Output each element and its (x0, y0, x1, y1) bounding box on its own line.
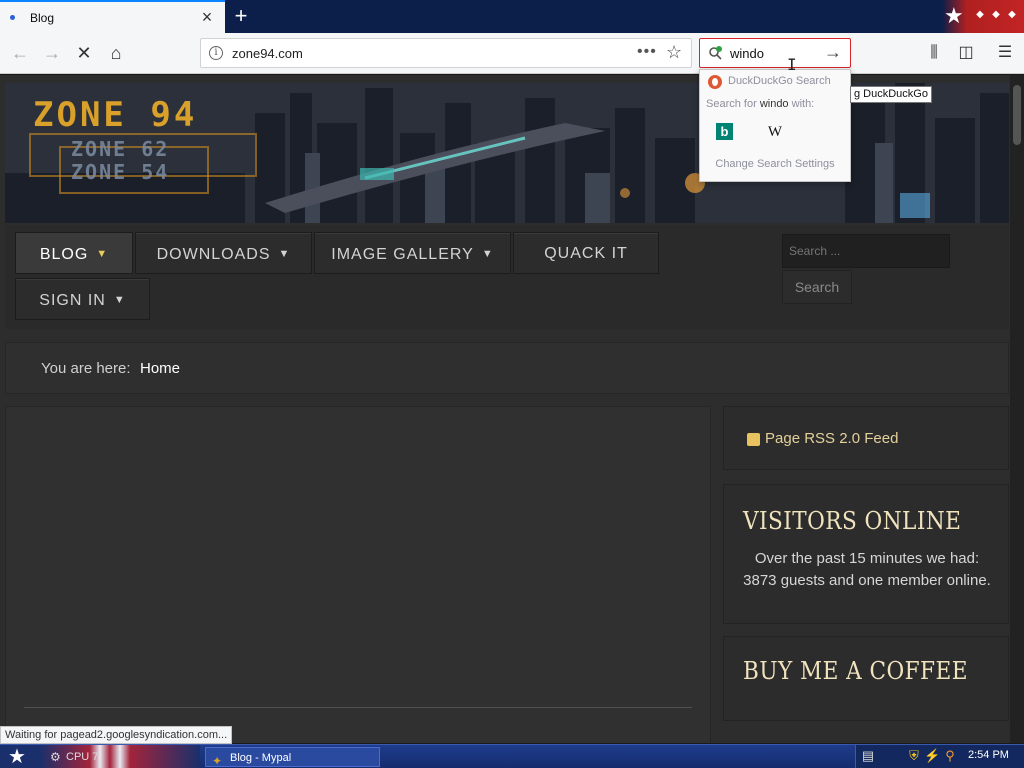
new-tab-button[interactable]: + (229, 3, 253, 29)
menu-image-gallery[interactable]: IMAGE GALLERY ▼ (314, 232, 511, 274)
menu-sign-in[interactable]: SIGN IN ▼ (15, 278, 150, 320)
network-icon[interactable]: ⚡ (924, 748, 940, 764)
minimize-icon[interactable]: ◆ (974, 9, 986, 21)
menu-label: SIGN IN (39, 292, 106, 309)
cpu-icon: ⚙ (50, 750, 61, 764)
search-engine-icon (709, 46, 722, 60)
menu-label: QUACK IT (544, 245, 628, 262)
search-go-icon[interactable]: → (824, 42, 842, 63)
menu-label: IMAGE GALLERY (331, 246, 474, 263)
logo-subtitle-2: ZONE 54 (71, 160, 170, 184)
site-banner[interactable]: ZONE 94 ZONE 62 ZONE 54 (5, 83, 1009, 223)
duckduckgo-engine-row[interactable]: DuckDuckGo Search (700, 72, 850, 92)
site-search-input[interactable] (782, 234, 950, 268)
tab-blog[interactable]: Blog × (0, 0, 225, 33)
breadcrumb-home-link[interactable]: Home (140, 360, 180, 377)
url-bar[interactable]: i zone94.com ••• ☆ (200, 38, 692, 68)
site-navigation: BLOG ▼ DOWNLOADS ▼ IMAGE GALLERY ▼ QUACK IT… (5, 225, 1009, 329)
maximize-icon[interactable]: ◆ (990, 9, 1002, 21)
stop-loading-button[interactable]: ✕ (70, 39, 98, 67)
menu-label: DOWNLOADS (156, 246, 271, 263)
rss-feed-link[interactable]: Page RSS 2.0 Feed (765, 430, 898, 447)
start-button[interactable]: ★ (8, 746, 26, 768)
tab-strip: Blog × + ★ ◆ ◆ ◆ (0, 0, 1024, 33)
divider (24, 707, 692, 708)
keyboard-icon[interactable]: ▤ (860, 748, 876, 764)
search-for-term: windo (759, 98, 789, 110)
favicon-icon (10, 15, 15, 20)
menu-blog[interactable]: BLOG ▼ (15, 232, 133, 274)
window-controls: ★ ◆ ◆ ◆ (942, 0, 1024, 33)
taskbar: ★ ⚙ CPU 7 ✦ Blog - Mypal ▤ ⛨ ⚡ ⚲ 2:54 PM (0, 744, 1024, 768)
search-for-prefix: Search for (706, 98, 760, 110)
site-search-button[interactable]: Search (782, 270, 852, 304)
clock[interactable]: 2:54 PM (968, 749, 1009, 761)
close-tab-icon[interactable]: × (198, 7, 216, 27)
system-tray: ▤ ⛨ ⚡ ⚲ 2:54 PM (855, 745, 1024, 768)
scrollbar-thumb[interactable] (1013, 85, 1021, 145)
cpu-label: CPU 7 (66, 751, 99, 763)
close-window-icon[interactable]: ◆ (1006, 9, 1018, 21)
site-logo[interactable]: ZONE 94 (33, 95, 197, 135)
tab-title: Blog (30, 11, 55, 25)
taskbar-flag (0, 745, 200, 768)
home-button[interactable]: ⌂ (102, 39, 130, 67)
status-bar: Waiting for pagead2.googlesyndication.co… (0, 726, 233, 744)
info-icon[interactable]: i (209, 46, 223, 60)
window-label: Blog - Mypal (230, 752, 292, 764)
sidebar-icon[interactable]: ◫ (954, 41, 978, 65)
bookmark-star-icon[interactable]: ☆ (666, 42, 682, 63)
duckduckgo-icon (708, 75, 722, 89)
caret-down-icon: ▼ (113, 294, 126, 306)
web-page: ZONE 94 ZONE 62 ZONE 54 BLOG ▼ DOWNLOADS ▼… (0, 75, 1024, 743)
browser-taskbar-item[interactable]: ✦ Blog - Mypal (205, 747, 380, 768)
page-scrollbar[interactable] (1010, 75, 1024, 743)
page-actions-icon[interactable]: ••• (637, 43, 657, 61)
menu-label: BLOG (39, 246, 89, 263)
engine-label: DuckDuckGo Search (728, 75, 831, 87)
magnifier-icon[interactable]: ⚲ (942, 748, 958, 764)
main-content (5, 406, 711, 743)
search-input[interactable] (730, 45, 820, 62)
shield-icon[interactable]: ⛨ (906, 748, 922, 764)
menu-quack-it[interactable]: QUACK IT (513, 232, 659, 274)
visitors-text: Over the past 15 minutes we had: 3873 gu… (743, 550, 991, 589)
url-text[interactable]: zone94.com (232, 46, 303, 61)
caret-down-icon: ▼ (96, 248, 109, 260)
caret-down-icon: ▼ (481, 248, 494, 260)
rss-module: Page RSS 2.0 Feed (723, 406, 1009, 470)
browser-search-bar[interactable]: → (699, 38, 851, 68)
coffee-heading: BUY ME A COFFEE (743, 657, 968, 685)
bing-icon[interactable]: b (716, 123, 733, 140)
search-suggestions-popup: DuckDuckGo Search Search for windo with:… (699, 69, 851, 182)
menu-downloads[interactable]: DOWNLOADS ▼ (135, 232, 312, 274)
navigation-toolbar: ← → ✕ ⌂ i zone94.com ••• ☆ → ⫼ ◫ ☰ (0, 33, 1024, 74)
forward-button[interactable]: → (38, 39, 66, 67)
search-for-suffix: with: (788, 98, 815, 110)
cpu-taskbar-item[interactable]: ⚙ CPU 7 (50, 747, 98, 767)
star-icon: ★ (944, 3, 964, 28)
library-icon[interactable]: ⫼ (922, 41, 946, 65)
search-for-label: Search for windo with: (706, 98, 814, 110)
breadcrumb: You are here: Home (5, 342, 1009, 394)
tooltip: g DuckDuckGo (850, 86, 932, 103)
change-search-settings-link[interactable]: Change Search Settings (700, 158, 850, 170)
mypal-icon: ✦ (212, 754, 223, 768)
caret-down-icon: ▼ (278, 248, 291, 260)
coffee-module: BUY ME A COFFEE (723, 636, 1009, 721)
rss-icon (747, 433, 760, 446)
wikipedia-icon[interactable]: W (764, 123, 786, 141)
logo-subtitle-1: ZONE 62 (71, 137, 170, 161)
back-button[interactable]: ← (6, 39, 34, 67)
visitors-module: VISITORS ONLINE Over the past 15 minutes… (723, 484, 1009, 624)
breadcrumb-label: You are here: (41, 360, 131, 377)
text-cursor-icon: I (787, 55, 797, 74)
menu-icon[interactable]: ☰ (993, 41, 1017, 65)
visitors-heading: VISITORS ONLINE (743, 507, 962, 535)
